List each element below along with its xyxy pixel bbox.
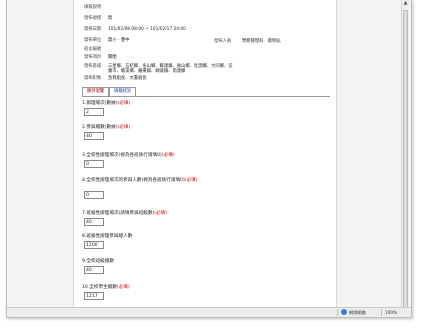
answer-input[interactable]: 40 bbox=[84, 132, 104, 140]
required-marker: (必填) bbox=[161, 153, 175, 158]
info-row: 發佈區域 三星鄉、五結鄉、冬山鄉、蘇澳鎮、員山鄉、壯圍鄉、大同鄉、宜蘭市、礁溪鄉、… bbox=[84, 64, 233, 74]
scroll-up-arrow-icon[interactable]: ▲ bbox=[402, 0, 409, 7]
question-label: 10.全校學生總數(必填) bbox=[82, 285, 130, 290]
tab-bar: 題目瀏覽 填報狀況 bbox=[82, 87, 330, 97]
question-label: 4.全校性辦理場次的參與人數(視為各班執行請填0)(必填) bbox=[82, 178, 198, 183]
required-marker: (必填) bbox=[117, 101, 131, 106]
question-label: 2.參與總數(數據)(必填) bbox=[82, 125, 131, 130]
answer-input[interactable]: 0 bbox=[84, 160, 104, 168]
security-zone: 網際網路 bbox=[349, 310, 366, 315]
info-row: 發佈單位 賀小 - 豐中 bbox=[84, 38, 130, 43]
info-row: 發佈項目 關閉 bbox=[84, 55, 117, 60]
status-divider bbox=[381, 309, 382, 316]
globe-icon bbox=[341, 309, 347, 315]
required-marker: (必填) bbox=[184, 178, 198, 183]
vertical-scrollbar[interactable]: ▲ bbox=[401, 0, 409, 317]
info-row: 發佈規模無 bbox=[84, 16, 113, 21]
answer-input[interactable]: 1217 bbox=[84, 292, 104, 300]
info-row: 宿舍編號 bbox=[84, 47, 102, 52]
question-label: 3.全校性辦理場次(視為各班執行請填0)(必填) bbox=[82, 153, 175, 158]
publisher-label: 發佈人員 bbox=[214, 39, 232, 44]
tab-fill-status[interactable]: 填報狀況 bbox=[109, 87, 136, 96]
page-content: 填報說明 發佈規模無 發佈日期 101/02/08 08:00 ~ 101/02/… bbox=[73, 0, 337, 317]
required-marker: (必填) bbox=[116, 285, 130, 290]
info-row: 發佈日期 101/02/08 08:00 ~ 101/02/17 24:00 bbox=[84, 27, 186, 32]
info-row: 填報說明 bbox=[84, 5, 102, 10]
question-label: 1.辦理場次(數據)(必填) bbox=[82, 101, 131, 106]
status-divider bbox=[337, 309, 338, 316]
answer-input[interactable]: 40 bbox=[84, 218, 104, 226]
required-marker: (必填) bbox=[154, 211, 168, 216]
info-row: 發佈對象 急救組長、文書組長 bbox=[84, 76, 147, 81]
answer-input[interactable]: 1200 bbox=[84, 241, 104, 249]
answer-input[interactable]: 0 bbox=[84, 191, 104, 199]
question-label: 9.全校班級總數 bbox=[82, 259, 114, 264]
answer-input[interactable]: 40 bbox=[84, 266, 104, 274]
browser-window: 填報說明 發佈規模無 發佈日期 101/02/08 08:00 ~ 101/02/… bbox=[6, 0, 412, 318]
scroll-thumb[interactable] bbox=[403, 10, 408, 310]
answer-input[interactable]: 2 bbox=[84, 108, 104, 116]
question-label: 8.班級性辦理參與總人數 bbox=[82, 234, 133, 239]
status-bar: 網際網路 100% bbox=[7, 307, 411, 317]
publisher-value: 學務管理科 蔡明弘 bbox=[242, 39, 281, 44]
zoom-level[interactable]: 100% bbox=[385, 309, 397, 316]
question-label: 7.班級性辦理場次(請填參與班級數)(必填) bbox=[82, 211, 168, 216]
tab-question-browse[interactable]: 題目瀏覽 bbox=[82, 87, 109, 96]
required-marker: (必填) bbox=[117, 125, 131, 130]
